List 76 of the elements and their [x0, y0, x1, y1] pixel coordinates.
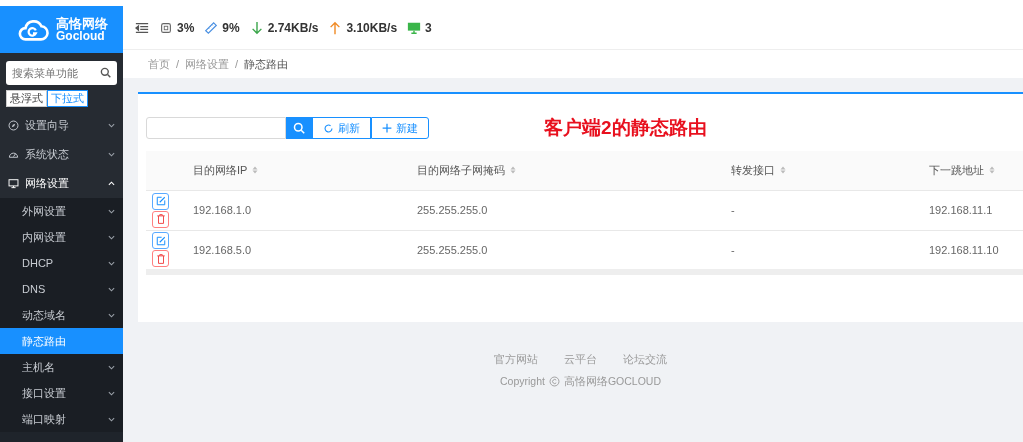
trash-icon — [155, 214, 166, 224]
table-cell: - — [731, 204, 735, 217]
status-value: 3 — [425, 19, 432, 37]
submenu-label: 静态路由 — [22, 333, 66, 349]
table-cell: 192.168.5.0 — [193, 243, 252, 256]
status-value: 9% — [222, 19, 240, 37]
compass-icon — [8, 120, 19, 131]
submenu-label: 外网设置 — [22, 203, 66, 219]
table-cell: 192.168.1.0 — [193, 204, 252, 217]
submenu-item[interactable]: 主机名 — [0, 354, 123, 380]
monitor-icon — [407, 20, 422, 35]
menu-label: 网络设置 — [25, 176, 69, 192]
submenu-label: 主机名 — [22, 359, 55, 375]
table-cell: - — [731, 243, 735, 256]
logo-subtext: Gocloud — [56, 30, 105, 42]
submenu-label: 内网设置 — [22, 229, 66, 245]
menu-item[interactable]: 网络设置 — [0, 169, 123, 198]
column-header[interactable]: 目的网络IP — [193, 162, 248, 179]
menu-item[interactable]: 设置向导 — [0, 111, 123, 140]
cpu-icon — [159, 20, 173, 35]
gauge-icon — [8, 149, 19, 160]
edit-icon — [155, 235, 166, 246]
table-cell: 192.168.11.1 — [929, 204, 993, 217]
copyright-text: Copyright — [499, 373, 545, 389]
table-cell: 255.255.255.0 — [417, 204, 488, 217]
annotation-text: 客户端2的静态路由 — [544, 116, 707, 140]
submenu-item[interactable]: 动态域名 — [0, 302, 123, 328]
submenu-item[interactable]: 内网设置 — [0, 224, 123, 250]
column-header[interactable]: 目的网络子网掩码 — [417, 162, 505, 179]
submenu-label: DNS — [22, 281, 46, 297]
company-name: 高恪网络GOCLOUD — [563, 373, 661, 389]
logo-text: 高恪网络 — [56, 17, 108, 30]
breadcrumb-separator: / — [176, 56, 180, 72]
monitor-icon — [8, 178, 19, 189]
menu-label: 系统状态 — [25, 147, 69, 163]
search-input[interactable] — [146, 117, 286, 140]
trash-icon — [155, 253, 166, 264]
search-icon — [293, 122, 305, 135]
sort-icon — [251, 165, 260, 176]
status-value: 2.74KB/s — [267, 19, 319, 37]
edit-button[interactable] — [152, 232, 169, 249]
menu-mode-tab[interactable]: 悬浮式 — [6, 90, 47, 107]
down-arrow-icon — [249, 20, 264, 35]
submenu-label: 动态域名 — [22, 307, 66, 323]
table-cell: 255.255.255.0 — [417, 243, 488, 256]
edit-icon — [155, 196, 166, 206]
edit-button[interactable] — [152, 192, 169, 210]
submenu-item[interactable]: 接口设置 — [0, 380, 123, 406]
submenu-label: 接口设置 — [22, 385, 66, 401]
copyright-icon — [548, 376, 560, 388]
menu-search-field[interactable]: 搜索菜单功能 — [6, 61, 117, 85]
delete-button[interactable] — [152, 210, 169, 228]
status-value: 3.10KB/s — [346, 19, 398, 37]
sort-icon — [779, 165, 787, 176]
status-value: 3% — [177, 19, 195, 37]
submenu-item[interactable]: 端口映射 — [0, 406, 123, 432]
submenu-item[interactable]: DHCP — [0, 250, 123, 276]
refresh-icon — [323, 122, 334, 134]
submenu-item[interactable]: 外网设置 — [0, 198, 123, 224]
up-arrow-icon — [328, 20, 343, 35]
submenu-label: DHCP — [22, 255, 54, 271]
menu-item[interactable]: 系统状态 — [0, 140, 123, 169]
sort-icon — [509, 165, 517, 176]
delete-button[interactable] — [152, 250, 169, 267]
plus-icon — [382, 123, 392, 134]
search-icon — [100, 67, 111, 78]
column-header[interactable]: 转发接口 — [731, 162, 775, 179]
sort-icon — [988, 165, 996, 176]
submenu-label: 端口映射 — [22, 411, 66, 427]
submenu-item[interactable]: DNS — [0, 276, 123, 302]
table-cell: 192.168.11.10 — [929, 243, 999, 256]
search-button[interactable] — [286, 117, 312, 140]
menu-collapse-icon — [135, 20, 149, 35]
breadcrumb-separator: / — [235, 56, 239, 72]
menu-label: 设置向导 — [25, 118, 69, 134]
memory-icon — [204, 20, 219, 35]
